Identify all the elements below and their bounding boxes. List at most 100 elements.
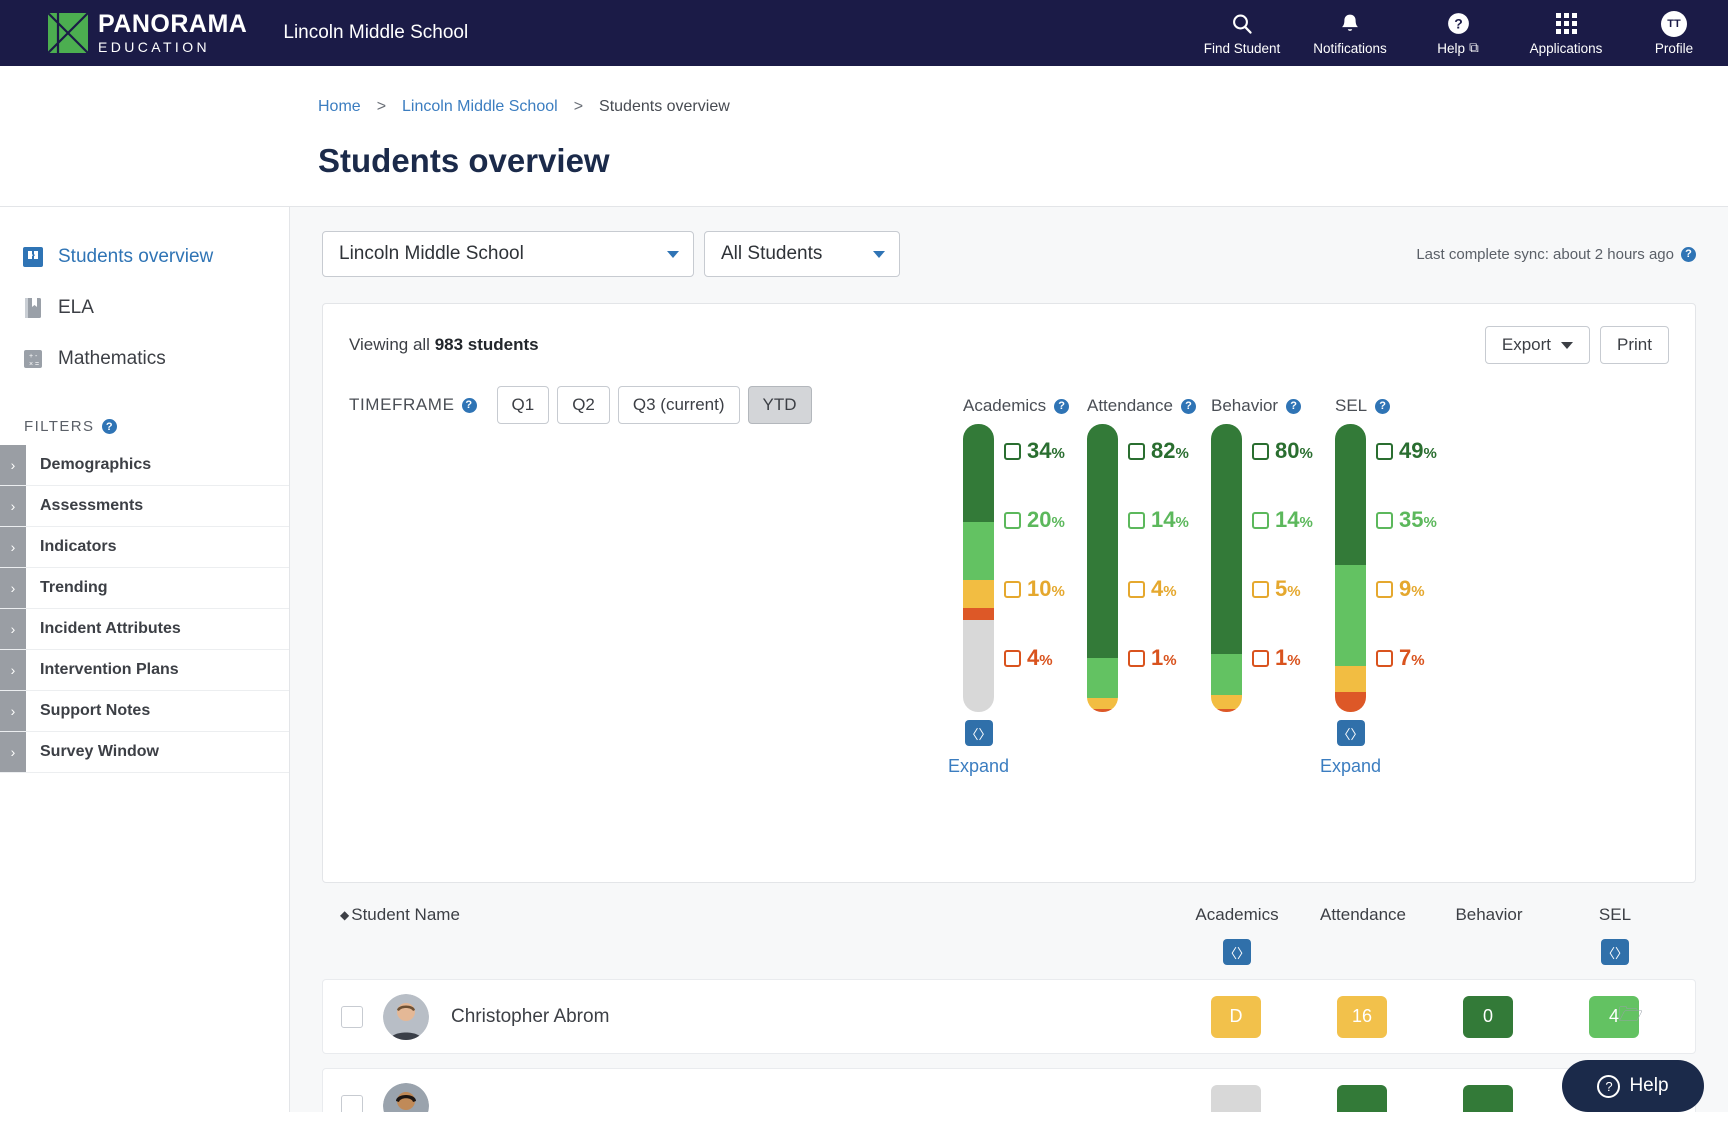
top-navigation-bar: PANORAMA EDUCATION Lincoln Middle School… bbox=[0, 0, 1728, 66]
academics-legend-checkbox-green[interactable] bbox=[1004, 442, 1021, 460]
panorama-logo[interactable]: PANORAMA EDUCATION bbox=[48, 12, 247, 54]
filter-demographics[interactable]: › Demographics bbox=[0, 445, 289, 486]
school-select[interactable]: Lincoln Middle School bbox=[322, 231, 694, 277]
sync-help-icon[interactable]: ? bbox=[1681, 246, 1696, 262]
timeframe-help-icon[interactable]: ? bbox=[461, 397, 477, 413]
behavior-legend: 80% 14% 5% 1% bbox=[1252, 424, 1330, 712]
top-nav-actions: Find Student Notifications ? Help ⧉ Appl… bbox=[1188, 0, 1728, 66]
sel-help-icon[interactable]: ? bbox=[1375, 398, 1391, 414]
chart-column-attendance: Attendance ? 82% 14% 4% 1% bbox=[1087, 396, 1211, 777]
academics-legend-checkbox-red[interactable] bbox=[1004, 649, 1021, 667]
academics-legend-checkbox-yellow[interactable] bbox=[1004, 580, 1021, 598]
sel-expand-link[interactable]: Expand bbox=[1320, 756, 1381, 777]
sidebar-item-mathematics[interactable]: + - × = Mathematics bbox=[0, 333, 289, 384]
attendance-help-icon[interactable]: ? bbox=[1181, 398, 1197, 414]
table-row[interactable]: Christopher Abrom D 16 0 4 🗁 bbox=[322, 979, 1696, 1054]
behavior-segment-yellow bbox=[1211, 694, 1242, 710]
academics-column-code-button[interactable]: 〈〉 bbox=[1223, 939, 1251, 965]
behavior-legend-checkbox-yellow[interactable] bbox=[1252, 580, 1269, 598]
column-header-student-name[interactable]: ◆ Student Name bbox=[340, 905, 460, 925]
timeframe-ytd[interactable]: YTD bbox=[747, 386, 812, 424]
logo-text-secondary: EDUCATION bbox=[98, 39, 211, 55]
column-header-attendance[interactable]: Attendance bbox=[1300, 905, 1426, 965]
behavior-pill: 0 bbox=[1463, 995, 1513, 1038]
filters-heading-label: FILTERS bbox=[24, 418, 95, 435]
sidebar-item-ela-label: ELA bbox=[58, 296, 94, 318]
metric-cell-academics[interactable]: D bbox=[1173, 995, 1299, 1038]
sel-code-button[interactable]: 〈〉 bbox=[1336, 720, 1365, 746]
sel-legend-checkbox-green[interactable] bbox=[1376, 442, 1393, 460]
nav-help[interactable]: ? Help ⧉ bbox=[1404, 0, 1512, 66]
timeframe-q2[interactable]: Q2 bbox=[557, 386, 610, 424]
metric-cell-attendance[interactable] bbox=[1299, 1084, 1425, 1112]
page-header: Home > Lincoln Middle School > Students … bbox=[0, 66, 1728, 207]
svg-text:×: × bbox=[29, 361, 33, 368]
chevron-right-icon: › bbox=[0, 650, 26, 690]
nav-find-student[interactable]: Find Student bbox=[1188, 0, 1296, 66]
timeframe-q1[interactable]: Q1 bbox=[496, 386, 550, 424]
filter-incident-attributes[interactable]: › Incident Attributes bbox=[0, 609, 289, 650]
nav-notifications[interactable]: Notifications bbox=[1296, 0, 1404, 66]
filter-indicators[interactable]: › Indicators bbox=[0, 527, 289, 568]
folder-icon[interactable]: 🗁 bbox=[1618, 1000, 1643, 1034]
filter-assessments[interactable]: › Assessments bbox=[0, 486, 289, 527]
students-select[interactable]: All Students bbox=[704, 231, 900, 277]
attendance-legend-checkbox-yellow[interactable] bbox=[1128, 580, 1145, 598]
academics-expand-link[interactable]: Expand bbox=[948, 756, 1009, 777]
academics-code-button[interactable]: 〈〉 bbox=[964, 720, 993, 746]
sidebar-item-students-overview-label: Students overview bbox=[58, 245, 214, 267]
attendance-legend-checkbox-red[interactable] bbox=[1128, 649, 1145, 667]
attendance-legend-value-yellow: 4% bbox=[1151, 576, 1177, 601]
attendance-legend-checkbox-green[interactable] bbox=[1128, 442, 1145, 460]
behavior-legend-checkbox-green[interactable] bbox=[1252, 442, 1269, 460]
filter-trending[interactable]: › Trending bbox=[0, 568, 289, 609]
chevron-down-icon bbox=[873, 250, 885, 258]
academics-help-icon[interactable]: ? bbox=[1054, 398, 1070, 414]
behavior-legend-checkbox-red[interactable] bbox=[1252, 649, 1269, 667]
column-headers-metrics: Academics 〈〉 Attendance Behavior SEL 〈〉 bbox=[1174, 905, 1678, 965]
metric-cell-academics[interactable] bbox=[1173, 1084, 1299, 1112]
column-header-behavior[interactable]: Behavior bbox=[1426, 905, 1552, 965]
filter-support-notes[interactable]: › Support Notes bbox=[0, 691, 289, 732]
sidebar-item-students-overview[interactable]: Students overview bbox=[0, 231, 289, 282]
sel-legend-checkbox-red[interactable] bbox=[1376, 649, 1393, 667]
sel-column-code-button[interactable]: 〈〉 bbox=[1601, 939, 1629, 965]
nav-applications[interactable]: Applications bbox=[1512, 0, 1620, 66]
sel-legend-checkbox-light-green[interactable] bbox=[1376, 511, 1393, 529]
column-header-academics[interactable]: Academics 〈〉 bbox=[1174, 905, 1300, 965]
metric-cell-behavior[interactable] bbox=[1425, 1084, 1551, 1112]
metric-cell-sel[interactable]: 4 bbox=[1551, 995, 1677, 1038]
column-header-sel[interactable]: SEL 〈〉 bbox=[1552, 905, 1678, 965]
help-widget-button[interactable]: ? Help bbox=[1562, 1060, 1704, 1112]
nav-profile[interactable]: TT Profile bbox=[1620, 0, 1728, 66]
filter-intervention-plans[interactable]: › Intervention Plans bbox=[0, 650, 289, 691]
student-name[interactable]: Christopher Abrom bbox=[451, 1006, 609, 1028]
nav-help-text: Help bbox=[1437, 40, 1466, 56]
filter-incident-attributes-label: Incident Attributes bbox=[40, 620, 181, 637]
behavior-help-icon[interactable]: ? bbox=[1286, 398, 1302, 414]
puzzle-icon bbox=[22, 246, 44, 268]
sel-legend-checkbox-yellow[interactable] bbox=[1376, 580, 1393, 598]
attendance-legend-checkbox-light-green[interactable] bbox=[1128, 511, 1145, 529]
export-button[interactable]: Export bbox=[1484, 326, 1591, 364]
filter-survey-window-label: Survey Window bbox=[40, 743, 159, 760]
card-actions: Export Print bbox=[1484, 326, 1669, 364]
chart-column-academics-label: Academics bbox=[963, 396, 1047, 415]
row-select-checkbox[interactable] bbox=[341, 1094, 363, 1112]
table-row[interactable]: 🗁 bbox=[322, 1068, 1696, 1112]
print-button[interactable]: Print bbox=[1600, 326, 1669, 364]
sidebar-item-ela[interactable]: ELA bbox=[0, 282, 289, 333]
academics-legend-value-light-green: 20% bbox=[1027, 507, 1065, 532]
academics-legend-checkbox-light-green[interactable] bbox=[1004, 511, 1021, 529]
breadcrumb-home[interactable]: Home bbox=[318, 98, 361, 116]
breadcrumb-school[interactable]: Lincoln Middle School bbox=[402, 98, 558, 116]
timeframe-q3[interactable]: Q3 (current) bbox=[617, 386, 740, 424]
metric-cell-behavior[interactable]: 0 bbox=[1425, 995, 1551, 1038]
metric-cell-attendance[interactable]: 16 bbox=[1299, 995, 1425, 1038]
filter-survey-window[interactable]: › Survey Window bbox=[0, 732, 289, 773]
behavior-legend-checkbox-light-green[interactable] bbox=[1252, 511, 1269, 529]
sidebar-item-mathematics-label: Mathematics bbox=[58, 347, 166, 369]
sel-legend-value-yellow: 9% bbox=[1399, 576, 1425, 601]
row-select-checkbox[interactable] bbox=[341, 1005, 363, 1028]
filters-help-icon[interactable]: ? bbox=[102, 419, 118, 434]
